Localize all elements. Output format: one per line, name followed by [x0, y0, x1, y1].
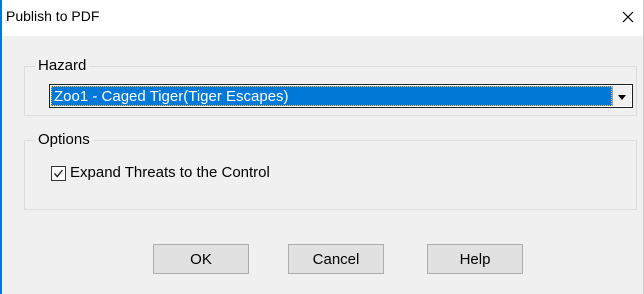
publish-to-pdf-dialog: Publish to PDF Hazard Zoo1 - Caged Tiger… [0, 0, 644, 294]
hazard-select[interactable]: Zoo1 - Caged Tiger(Tiger Escapes) [49, 84, 633, 108]
close-button[interactable] [613, 0, 643, 34]
expand-threats-label[interactable]: Expand Threats to the Control [70, 164, 270, 182]
cancel-button[interactable]: Cancel [288, 244, 384, 274]
dialog-title: Publish to PDF [6, 8, 100, 24]
title-bar[interactable]: Publish to PDF [2, 0, 643, 36]
help-button[interactable]: Help [427, 244, 523, 274]
hazard-group-legend: Hazard [35, 57, 90, 75]
hazard-select-value: Zoo1 - Caged Tiger(Tiger Escapes) [54, 88, 289, 105]
close-icon [622, 11, 634, 23]
expand-threats-checkbox[interactable] [51, 166, 66, 181]
chevron-down-icon [618, 87, 626, 105]
hazard-dropdown-button[interactable] [612, 86, 631, 106]
hazard-select-highlight: Zoo1 - Caged Tiger(Tiger Escapes) [51, 86, 612, 106]
ok-button[interactable]: OK [153, 244, 249, 274]
options-group-legend: Options [35, 131, 93, 149]
